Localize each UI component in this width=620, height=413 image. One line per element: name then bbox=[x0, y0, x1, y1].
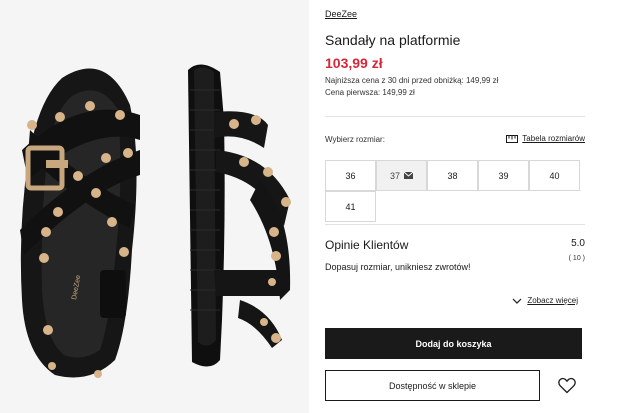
product-info-panel: DeeZee Sandały na platformie 103,99 zł N… bbox=[325, 0, 585, 413]
sandal-top-view: DeeZee bbox=[20, 68, 140, 378]
size-value: 40 bbox=[549, 170, 560, 181]
rating-score: 5.0 bbox=[571, 238, 585, 249]
first-price-note: Cena pierwsza: 149,99 zł bbox=[325, 88, 415, 97]
divider bbox=[325, 116, 585, 117]
add-to-cart-button[interactable]: Dodaj do koszyka bbox=[325, 328, 582, 359]
heart-icon[interactable] bbox=[558, 377, 576, 394]
sandal-side-view bbox=[188, 64, 291, 367]
see-more-reviews-link[interactable]: Zobacz więcej bbox=[512, 296, 578, 305]
size-option-41[interactable]: 41 bbox=[325, 191, 376, 222]
size-option-40[interactable]: 40 bbox=[529, 160, 580, 191]
rating-count: ( 10 ) bbox=[568, 255, 585, 262]
sandal-illustration: DeeZee bbox=[20, 64, 291, 378]
size-value: 37 bbox=[389, 170, 400, 181]
reviews-title: Opinie Klientów bbox=[325, 238, 409, 252]
size-option-36[interactable]: 36 bbox=[325, 160, 376, 191]
notify-envelope-icon bbox=[404, 172, 413, 179]
size-chart-label: Tabela rozmiarów bbox=[522, 134, 585, 143]
store-availability-button[interactable]: Dostępność w sklepie bbox=[325, 370, 540, 401]
ruler-icon bbox=[506, 134, 519, 143]
size-chart-link[interactable]: Tabela rozmiarów bbox=[506, 134, 585, 143]
chevron-down-icon bbox=[512, 298, 522, 304]
size-value: 39 bbox=[498, 170, 509, 181]
see-more-label: Zobacz więcej bbox=[527, 296, 578, 305]
product-title: Sandały na platformie bbox=[325, 32, 461, 48]
size-value: 41 bbox=[345, 201, 356, 212]
product-image[interactable]: DeeZee bbox=[0, 0, 309, 413]
brand-link[interactable]: DeeZee bbox=[325, 9, 357, 19]
size-option-37[interactable]: 37 bbox=[376, 160, 427, 191]
size-option-38[interactable]: 38 bbox=[427, 160, 478, 191]
lowest-price-note: Najniższa cena z 30 dni przed obniżką: 1… bbox=[325, 76, 499, 85]
divider bbox=[325, 224, 585, 225]
size-value: 36 bbox=[345, 170, 356, 181]
size-option-39[interactable]: 39 bbox=[478, 160, 529, 191]
size-label: Wybierz rozmiar: bbox=[325, 135, 385, 144]
product-price: 103,99 zł bbox=[325, 55, 383, 71]
fit-tip: Dopasuj rozmiar, unikniesz zwrotów! bbox=[325, 262, 471, 272]
size-value: 38 bbox=[447, 170, 458, 181]
